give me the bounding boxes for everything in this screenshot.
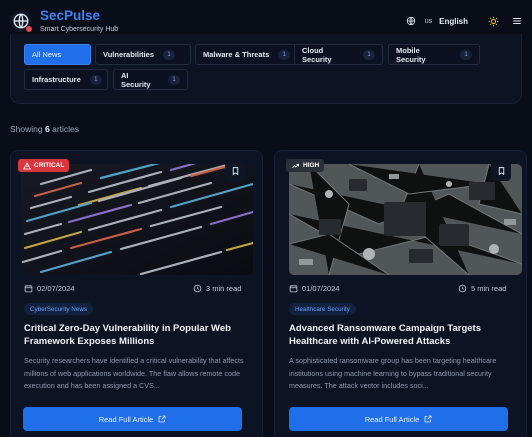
category-filter-panel: All News Vulnerabilities 1 Malware & Thr… [10, 34, 522, 104]
read-time-text: 5 min read [471, 284, 507, 293]
notification-dot [25, 25, 33, 33]
filter-count: 1 [363, 49, 375, 60]
article-date: 01/07/2024 [289, 284, 340, 293]
article-title[interactable]: Advanced Ransomware Campaign Targets Hea… [289, 322, 519, 348]
filter-count: 1 [460, 49, 472, 60]
code-screen-image[interactable] [21, 164, 253, 275]
brand: SecPulse Smart Cybersecurity Hub [40, 9, 118, 33]
filter-malware-threats[interactable]: Malware & Threats 1 [195, 44, 304, 65]
date-text: 02/07/2024 [37, 284, 75, 293]
filter-label: Mobile Security [396, 45, 426, 64]
article-title[interactable]: Critical Zero-Day Vulnerability in Popul… [24, 322, 254, 348]
date-text: 01/07/2024 [302, 284, 340, 293]
filter-all-news[interactable]: All News [24, 44, 91, 65]
bookmark-button[interactable] [225, 161, 245, 181]
brand-subtitle: Smart Cybersecurity Hub [40, 25, 119, 33]
showing-prefix: Showing [10, 124, 43, 134]
article-card [274, 150, 527, 437]
read-full-article-button[interactable]: Read Full Article [23, 407, 242, 431]
external-link-icon [424, 415, 432, 423]
calendar-icon [289, 284, 298, 293]
filter-label: Infrastructure [32, 75, 81, 84]
button-label: Read Full Article [364, 414, 420, 424]
calendar-icon [24, 284, 33, 293]
severity-badge: HIGH [286, 159, 325, 172]
read-time-text: 3 min read [206, 284, 242, 293]
article-summary: Security researchers have identified a c… [24, 356, 244, 390]
bookmark-button[interactable] [491, 161, 511, 181]
read-time: 5 min read [458, 284, 506, 293]
filter-infrastructure[interactable]: Infrastructure 1 [24, 69, 108, 90]
trending-up-icon [292, 163, 299, 168]
article-summary: A sophisticated ransomware group has bee… [289, 356, 497, 390]
showing-suffix: articles [52, 124, 80, 134]
language-globe-icon[interactable] [406, 16, 416, 26]
language-code[interactable]: us [425, 18, 432, 25]
filter-vulnerabilities[interactable]: Vulnerabilities 1 [95, 44, 191, 65]
globe-logo-icon[interactable] [10, 10, 33, 33]
bookmark-icon [498, 167, 504, 176]
filter-count: 1 [168, 74, 180, 85]
category-tag[interactable]: Healthcare Security [289, 303, 356, 315]
circuit-board-image[interactable] [289, 164, 522, 275]
read-full-article-button[interactable]: Read Full Article [289, 407, 508, 431]
filter-mobile-security[interactable]: Mobile Security 1 [388, 44, 480, 65]
clock-icon [193, 284, 202, 293]
severity-badge: CRITICAL [18, 159, 70, 172]
article-card [10, 150, 263, 437]
severity-label: CRITICAL [34, 162, 65, 169]
filter-label: Malware & Threats [203, 50, 270, 59]
filter-count: 1 [89, 74, 102, 85]
header-controls: us English [406, 16, 522, 27]
read-time: 3 min read [193, 284, 241, 293]
filter-count: 1 [163, 49, 175, 60]
brand-title[interactable]: SecPulse [40, 9, 118, 23]
article-date: 02/07/2024 [24, 284, 75, 293]
language-name[interactable]: English [439, 17, 468, 26]
filter-count: 1 [278, 49, 291, 60]
menu-icon[interactable] [512, 16, 522, 26]
filter-ai-security[interactable]: AI Security 1 [113, 69, 188, 90]
button-label: Read Full Article [98, 414, 154, 424]
severity-label: HIGH [303, 162, 320, 169]
filter-label: All News [32, 50, 62, 59]
filter-label: Cloud Security [302, 45, 332, 64]
filter-label: AI Security [121, 70, 151, 89]
filter-label: Vulnerabilities [103, 50, 154, 59]
clock-icon [458, 284, 467, 293]
showing-number: 6 [44, 124, 50, 134]
external-link-icon [158, 415, 166, 423]
bookmark-icon [232, 167, 238, 176]
sun-icon[interactable] [488, 16, 499, 27]
category-tag[interactable]: CyberSecurity News [24, 303, 94, 315]
warning-icon [23, 161, 31, 169]
results-count: Showing 6 articles [10, 124, 79, 134]
filter-cloud-security[interactable]: Cloud Security 1 [294, 44, 383, 65]
